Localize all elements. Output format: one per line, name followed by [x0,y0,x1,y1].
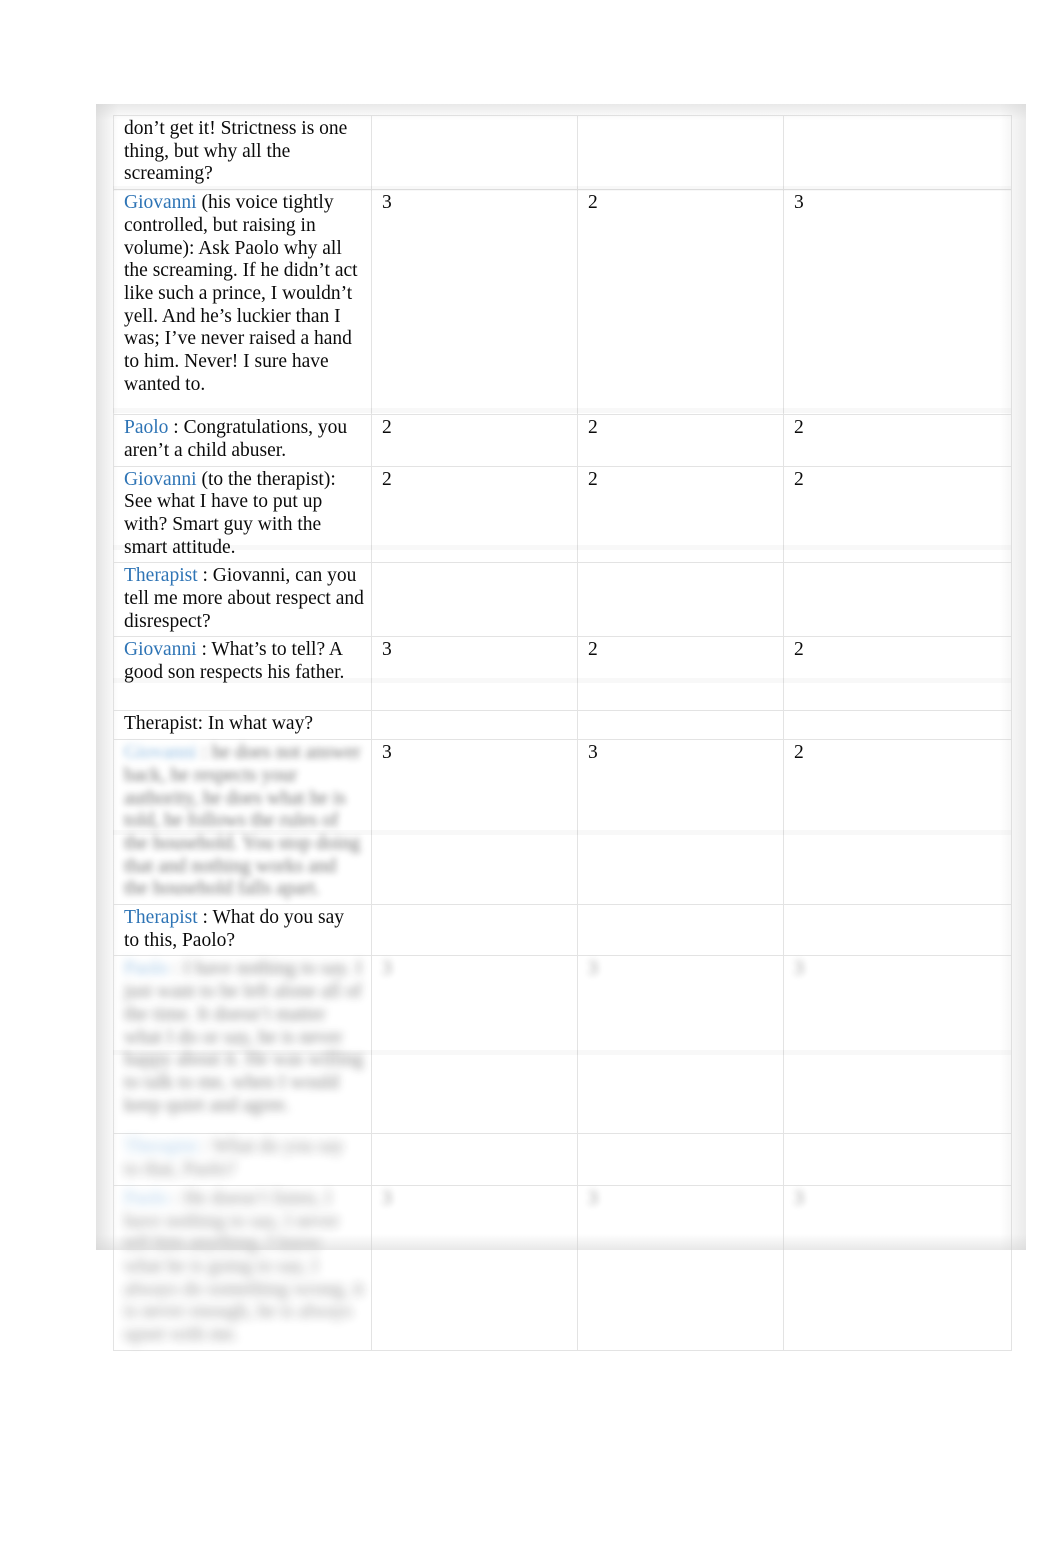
redacted-utterance: Giovanni : he does not answer back, he r… [124,742,361,899]
speaker-label: Paolo [124,417,169,439]
transcript-cell: Giovanni (his voice tightly controlled, … [113,189,372,416]
score-cell-3: 3 [783,955,1012,1135]
table-row: Therapist : Giovanni, can you tell me mo… [113,562,1012,638]
transcript-cell: Paolo : I have nothing to say. I just wa… [113,955,372,1135]
score-cell-3: 2 [783,414,1012,467]
score-cell-3 [783,904,1012,957]
table-row: Paolo : He doesn’t listen, I have nothin… [113,1184,1012,1351]
speaker-label: Giovanni [124,742,197,764]
utterance-text: : he does not answer back, he respects y… [124,742,361,900]
transcript-coding-table: don’t get it! Strictness is one thing, b… [113,114,1012,1351]
score-cell-1 [371,710,578,741]
redacted-utterance: Therapist : What do you say to that, Pao… [124,1136,344,1180]
transcript-cell: Giovanni : he does not answer back, he r… [113,739,372,906]
table-row: Giovanni (to the therapist): See what I … [113,465,1012,564]
table-row: Therapist : What do you say to that, Pao… [113,1133,1012,1186]
score-cell-2: 3 [577,955,784,1135]
speaker-label: Therapist [124,565,198,587]
speaker-label: Paolo [124,1187,169,1209]
score-cell-1: 3 [371,636,578,712]
score-cell-2 [577,114,784,191]
score-cell-2: 3 [577,1184,784,1351]
score-cell-3 [783,562,1012,638]
table-body: don’t get it! Strictness is one thing, b… [113,114,1012,1351]
transcript-cell: Therapist : Giovanni, can you tell me mo… [113,562,372,638]
score-cell-2: 2 [577,414,784,467]
score-cell-2 [577,1133,784,1186]
table-row: don’t get it! Strictness is one thing, b… [113,114,1012,191]
score-cell-2 [577,710,784,741]
redacted-utterance: Paolo : He doesn’t listen, I have nothin… [124,1188,364,1345]
table-row: Therapist : What do you say to this, Pao… [113,904,1012,957]
score-cell-3 [783,710,1012,741]
transcript-cell: Giovanni : What’s to tell? A good son re… [113,636,372,712]
table-row: Giovanni : he does not answer back, he r… [113,739,1012,906]
score-cell-1: 3 [371,955,578,1135]
document-page: don’t get it! Strictness is one thing, b… [0,0,1062,1561]
speaker-label: Therapist [124,907,198,929]
score-cell-2: 2 [577,465,784,564]
transcript-cell: don’t get it! Strictness is one thing, b… [113,114,372,191]
transcript-cell: Therapist : What do you say to this, Pao… [113,904,372,957]
table-row: Therapist: In what way? [113,710,1012,741]
table-row: Giovanni (his voice tightly controlled, … [113,189,1012,416]
speaker-label: Therapist [124,1136,198,1158]
score-cell-2: 2 [577,636,784,712]
score-cell-2 [577,904,784,957]
score-cell-1 [371,1133,578,1186]
table-row: Giovanni : What’s to tell? A good son re… [113,636,1012,712]
table-row: Paolo : I have nothing to say. I just wa… [113,955,1012,1135]
transcript-cell: Paolo : He doesn’t listen, I have nothin… [113,1184,372,1351]
score-cell-2 [577,562,784,638]
score-cell-1: 2 [371,465,578,564]
utterance-text: (his voice tightly controlled, but raisi… [124,192,358,395]
speaker-label: Giovanni [124,468,197,490]
score-cell-3: 2 [783,636,1012,712]
utterance-text: : He doesn’t listen, I have nothing to s… [124,1187,364,1346]
score-cell-1: 3 [371,739,578,906]
score-cell-2: 3 [577,739,784,906]
score-cell-3 [783,114,1012,191]
score-cell-1 [371,904,578,957]
score-cell-3: 3 [783,189,1012,416]
utterance-text: : I have nothing to say. I just want to … [124,958,364,1116]
score-cell-3 [783,1133,1012,1186]
transcript-cell: Therapist : What do you say to that, Pao… [113,1133,372,1186]
transcript-cell: Paolo : Congratulations, you aren’t a ch… [113,414,372,467]
transcript-cell: Therapist: In what way? [113,710,372,741]
speaker-label: Giovanni [124,639,197,661]
score-cell-1: 2 [371,414,578,467]
score-cell-3: 2 [783,739,1012,906]
table-row: Paolo : Congratulations, you aren’t a ch… [113,414,1012,467]
utterance-text: Therapist: In what way? [124,713,313,735]
speaker-label: Giovanni [124,192,197,214]
score-cell-1: 3 [371,189,578,416]
utterance-text: don’t get it! Strictness is one thing, b… [124,118,348,185]
score-cell-3: 2 [783,465,1012,564]
score-cell-3: 3 [783,1184,1012,1351]
score-cell-2: 2 [577,189,784,416]
redacted-utterance: Paolo : I have nothing to say. I just wa… [124,958,363,1115]
speaker-label: Paolo [124,958,169,980]
transcript-cell: Giovanni (to the therapist): See what I … [113,465,372,564]
score-cell-1 [371,562,578,638]
score-cell-1 [371,114,578,191]
score-cell-1: 3 [371,1184,578,1351]
